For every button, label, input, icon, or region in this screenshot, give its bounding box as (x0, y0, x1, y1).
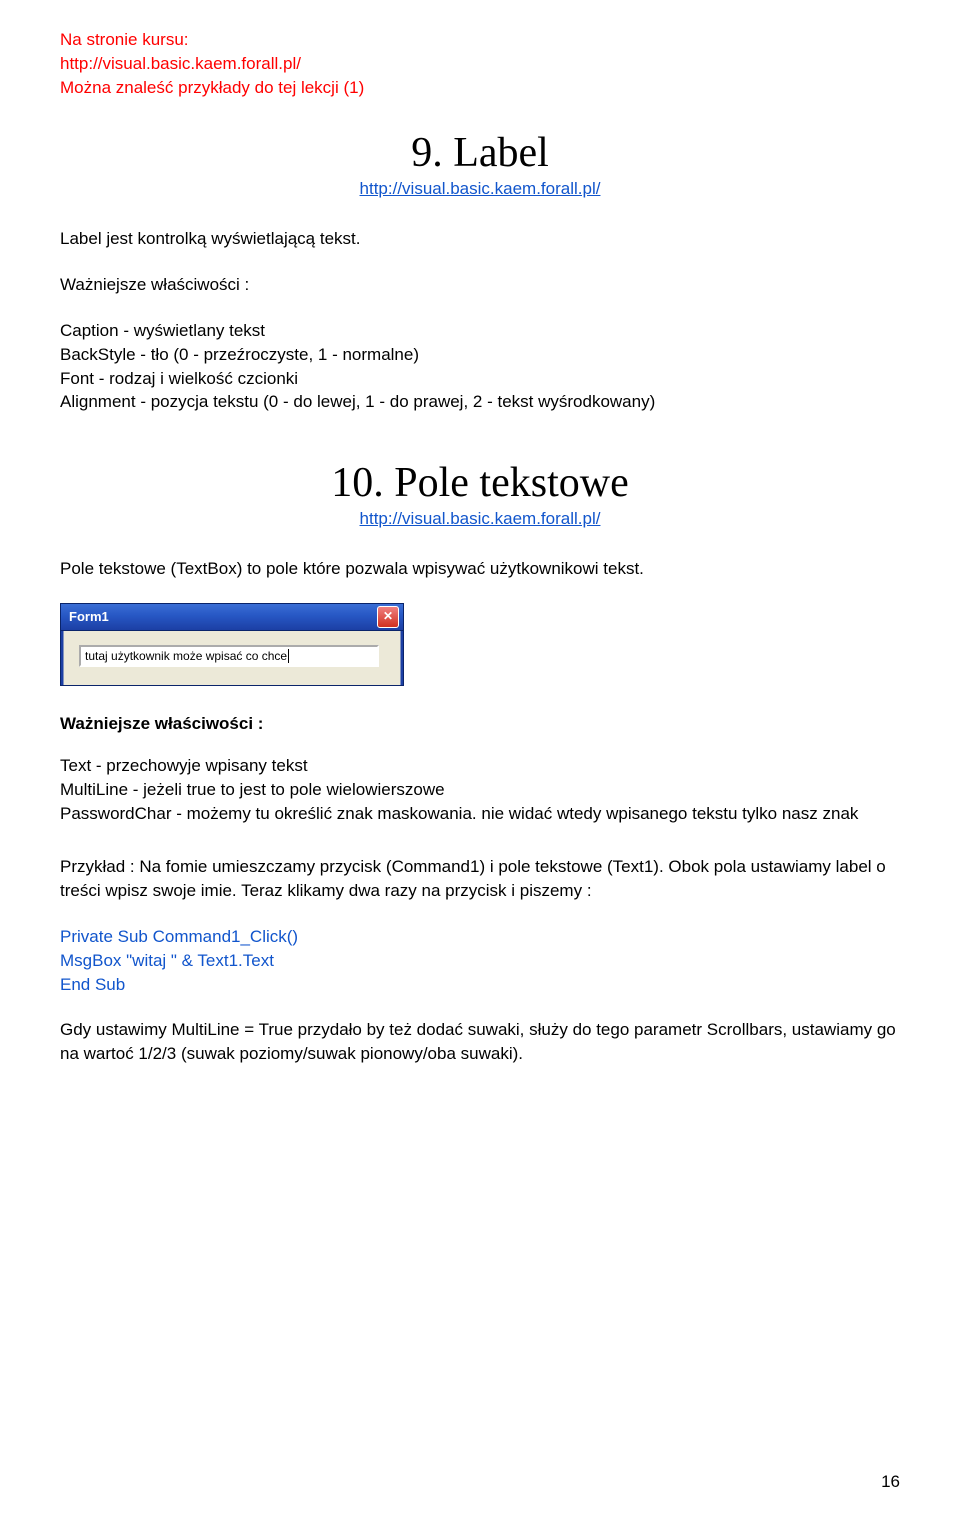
section-9-title: 9. Label (60, 129, 900, 177)
intro-line-1: Na stronie kursu: (60, 28, 900, 52)
window-form1: Form1 ✕ tutaj użytkownik może wpisać co … (60, 603, 404, 686)
prop-caption: Caption - wyświetlany tekst (60, 319, 900, 343)
text-cursor (288, 649, 289, 663)
example-text: Przykład : Na fomie umieszczamy przycisk… (60, 855, 900, 903)
prop-alignment: Alignment - pozycja tekstu (0 - do lewej… (60, 390, 900, 414)
prop-backstyle: BackStyle - tło (0 - przeźroczyste, 1 - … (60, 343, 900, 367)
section-9-link[interactable]: http://visual.basic.kaem.forall.pl/ (60, 179, 900, 199)
textbox-value: tutaj użytkownik może wpisać co chce (85, 649, 287, 663)
code-line-1: Private Sub Command1_Click() (60, 925, 900, 949)
window-titlebar[interactable]: Form1 ✕ (61, 604, 403, 631)
prop-multiline: MultiLine - jeżeli true to jest to pole … (60, 778, 900, 802)
prop-text: Text - przechowyje wpisany tekst (60, 754, 900, 778)
page-number: 16 (881, 1472, 900, 1492)
section-10-link[interactable]: http://visual.basic.kaem.forall.pl/ (60, 509, 900, 529)
section-10-intro: Pole tekstowe (TextBox) to pole które po… (60, 557, 900, 581)
prop-font: Font - rodzaj i wielkość czcionki (60, 367, 900, 391)
section-9-intro: Label jest kontrolką wyświetlającą tekst… (60, 227, 900, 251)
section-9-props-head: Ważniejsze właściwości : (60, 273, 900, 297)
window-title: Form1 (69, 609, 109, 624)
form1-screenshot: Form1 ✕ tutaj użytkownik może wpisać co … (60, 603, 900, 686)
prop-passwordchar: PasswordChar - możemy tu określić znak m… (60, 802, 900, 826)
section-10-props-head: Ważniejsze właściwości : (60, 714, 900, 734)
window-body: tutaj użytkownik może wpisać co chce (61, 631, 403, 685)
intro-line-3: Można znaleść przykłady do tej lekcji (1… (60, 76, 900, 100)
code-line-2: MsgBox "witaj " & Text1.Text (60, 949, 900, 973)
intro-link[interactable]: http://visual.basic.kaem.forall.pl/ (60, 52, 900, 76)
textbox-input[interactable]: tutaj użytkownik może wpisać co chce (79, 645, 379, 667)
code-line-3: End Sub (60, 973, 900, 997)
after-code-text: Gdy ustawimy MultiLine = True przydało b… (60, 1018, 900, 1066)
section-10-title: 10. Pole tekstowe (60, 459, 900, 507)
close-icon[interactable]: ✕ (377, 606, 399, 628)
